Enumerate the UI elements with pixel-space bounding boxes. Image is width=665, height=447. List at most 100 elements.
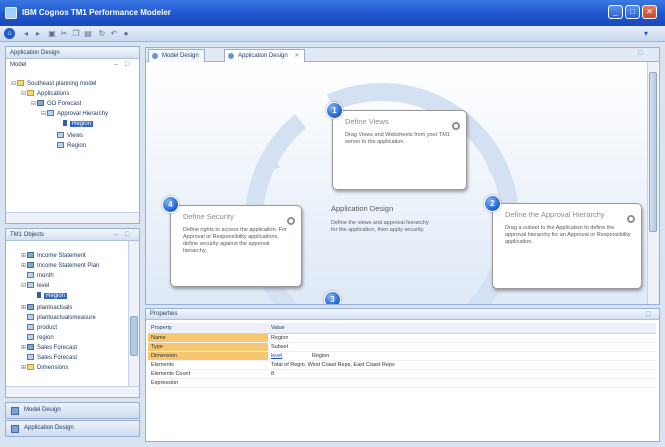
copy-icon[interactable]: ❐ [70, 28, 82, 40]
application-design-icon [228, 53, 234, 59]
step-description: Define rights to access the application.… [183, 227, 287, 254]
tree-node[interactable]: ⊟ Applications [20, 89, 69, 99]
property-value[interactable] [268, 378, 656, 388]
tree-title-row: Model – □ [6, 59, 139, 71]
maximize-editor-icon[interactable]: □ [638, 50, 642, 57]
run-icon[interactable]: ● [120, 28, 132, 40]
step-description: Drag Views and Websheets from your TM1 s… [345, 132, 450, 145]
step-number-badge: 2 [484, 195, 501, 212]
cube-icon [27, 304, 34, 310]
maximize-pane-icon[interactable]: □ [125, 229, 129, 241]
refresh-icon[interactable]: ↻ [96, 28, 108, 40]
application-design-canvas: Define Views Drag Views and Websheets fr… [146, 62, 659, 304]
undo-icon[interactable]: ↶ [108, 28, 120, 40]
cube-icon [27, 344, 34, 350]
list-item[interactable]: ⊞ Sales Forecast [20, 343, 77, 353]
back-icon[interactable]: ◂ [20, 28, 32, 40]
property-value[interactable]: Total of Regio, West Coast Reps, East Co… [268, 360, 656, 370]
dimension-subset-value: Region [311, 352, 330, 359]
folder-icon [27, 90, 34, 96]
tab-model-design[interactable]: Model Design [148, 49, 205, 62]
dimension-icon [27, 334, 34, 340]
step-number-badge: 4 [162, 196, 179, 213]
dimension-link[interactable]: level [271, 353, 282, 359]
scrollbar-thumb[interactable] [649, 72, 657, 232]
property-value[interactable]: Region [268, 333, 656, 343]
application-design-nav-tab[interactable]: Application Design [5, 420, 140, 437]
list-item[interactable]: product [20, 323, 57, 333]
cut-icon[interactable]: ✂ [58, 28, 70, 40]
minimize-button[interactable]: _ [608, 5, 623, 19]
tab-application-design[interactable]: Application Design ✕ [224, 49, 306, 62]
close-tab-icon[interactable]: ✕ [294, 53, 299, 59]
step-number-badge: 3 [324, 291, 341, 304]
minimize-pane-icon[interactable]: – [114, 229, 118, 241]
maximize-pane-icon[interactable]: □ [125, 59, 129, 71]
list-item[interactable]: month [20, 271, 54, 281]
maximize-button[interactable]: □ [625, 5, 640, 19]
title-bar: IBM Cognos TM1 Performance Modeler _ □ ✕ [0, 0, 665, 26]
property-value[interactable]: 8 [268, 369, 656, 379]
tree-node[interactable]: Region [56, 119, 94, 129]
table-row[interactable]: Elements Count 8 [148, 369, 656, 379]
property-value[interactable]: Subset [268, 342, 656, 352]
define-views-card[interactable]: Define Views Drag Views and Websheets fr… [332, 110, 467, 190]
list-item[interactable]: ⊟ level [20, 281, 49, 291]
minimize-pane-icon[interactable]: – [114, 59, 118, 71]
property-value-cell: level Region [268, 351, 656, 361]
list-item[interactable]: ⊞ Income Statement Plan [20, 261, 99, 271]
list-item[interactable]: Sales Forecast [20, 353, 77, 363]
help-icon[interactable]: ▾ [640, 28, 652, 40]
table-row[interactable]: Dimension level Region [148, 351, 656, 361]
properties-header: Properties □ [146, 309, 659, 320]
tree-node[interactable]: Views [50, 131, 83, 141]
property-name: Expression [148, 378, 268, 388]
table-row[interactable]: Type Subset [148, 342, 656, 352]
property-name: Elements Count [148, 369, 268, 379]
model-pane-header: Application Design [6, 47, 139, 59]
define-approval-hierarchy-card[interactable]: Define the Approval Hierarchy Drag a sub… [492, 203, 642, 289]
toolbar: ⌂ ◂ ▸ ▣ ✂ ❐ ▤ ↻ ↶ ● ▾ [0, 26, 665, 42]
canvas-vertical-scrollbar[interactable] [647, 62, 658, 304]
step-description: Drag a subset to the Application to defi… [505, 225, 631, 245]
properties-title: Properties [150, 311, 178, 317]
table-row[interactable]: Elements Total of Regio, West Coast Reps… [148, 360, 656, 370]
list-item[interactable]: ⊞ Dimensions [20, 363, 68, 373]
horizontal-scrollbar[interactable] [6, 386, 139, 397]
scrollbar-thumb[interactable] [130, 316, 138, 356]
step-title: Define Security [183, 212, 234, 221]
paste-icon[interactable]: ▤ [82, 28, 94, 40]
table-row[interactable]: Expression [148, 378, 656, 388]
gear-icon[interactable] [452, 122, 460, 130]
list-item[interactable]: region [20, 333, 54, 343]
list-item[interactable]: ⊞ plantoactuals [20, 303, 72, 313]
gear-icon[interactable] [627, 215, 635, 223]
vertical-scrollbar[interactable] [128, 241, 139, 386]
maximize-pane-icon[interactable]: □ [646, 309, 650, 320]
tab-label: Model Design [162, 53, 199, 59]
tree-node[interactable]: ⊟ GO Forecast [30, 99, 81, 109]
home-icon[interactable]: ⌂ [4, 28, 15, 39]
save-icon[interactable]: ▣ [46, 28, 58, 40]
tree-node[interactable]: ⊟ Approval Hierarchy [40, 109, 108, 119]
model-design-nav-tab[interactable]: Model Design [5, 402, 140, 419]
close-button[interactable]: ✕ [642, 5, 657, 19]
tree-node[interactable]: Region [50, 141, 86, 151]
define-security-card[interactable]: Define Security Define rights to access … [170, 205, 302, 287]
list-item[interactable]: ⊞ Income Statement [20, 251, 86, 261]
tree-node[interactable]: ⊟ Southeast planning model [10, 79, 96, 89]
nav-tab-label: Model Design [24, 407, 61, 413]
app-icon [5, 7, 17, 19]
table-row[interactable]: Name Region [148, 333, 656, 343]
forward-icon[interactable]: ▸ [32, 28, 44, 40]
gear-icon[interactable] [287, 217, 295, 225]
list-item[interactable]: plantoactualsmeasure [20, 313, 96, 323]
application-design-description: Define the views and approval hierarchy … [331, 220, 429, 233]
horizontal-scrollbar[interactable] [6, 212, 139, 223]
list-item[interactable]: Region [30, 291, 68, 301]
folder-icon [27, 364, 34, 370]
subset-icon [63, 120, 67, 126]
tm1-objects-title: TM1 Objects [10, 232, 45, 238]
cube-icon [27, 262, 34, 268]
model-pane-title: Application Design [10, 50, 60, 56]
